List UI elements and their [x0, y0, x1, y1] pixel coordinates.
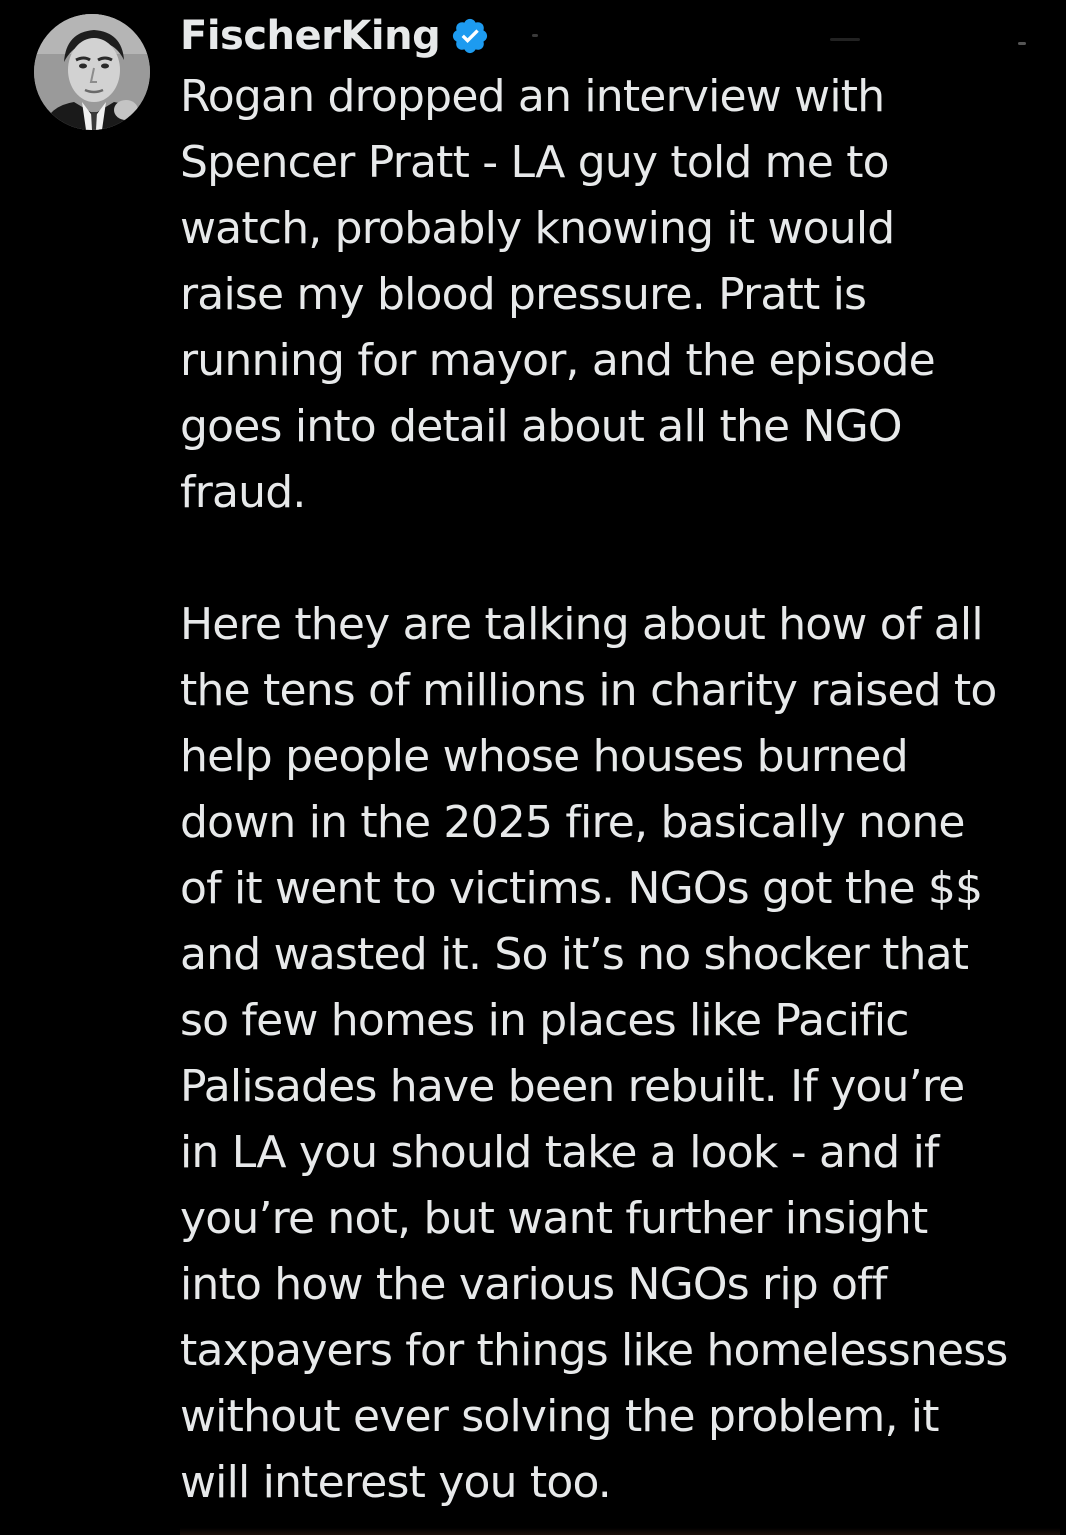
post-text-line: fraud.	[180, 467, 306, 518]
post-header: FischerKing	[180, 8, 490, 64]
post-text-line: the tens of millions in charity raised t…	[180, 665, 997, 716]
post-text-line: in LA you should take a look - and if	[180, 1127, 940, 1178]
post-text: Rogan dropped an interview with Spencer …	[180, 64, 1060, 1516]
post-text-line: and wasted it. So it’s no shocker that	[180, 929, 969, 980]
author-display-name[interactable]: FischerKing	[180, 13, 441, 59]
post-text-line: Rogan dropped an interview with	[180, 71, 885, 122]
post-text-line: running for mayor, and the episode	[180, 335, 936, 386]
post-text-line: raise my blood pressure. Pratt is	[180, 269, 867, 320]
post-text-line: so few homes in places like Pacific	[180, 995, 909, 1046]
post-text-line: goes into detail about all the NGO	[180, 401, 903, 452]
post-text-line: you’re not, but want further insight	[180, 1193, 928, 1244]
post-text-line: into how the various NGOs rip off	[180, 1259, 887, 1310]
post-text-line: of it went to victims. NGOs got the $$	[180, 863, 983, 914]
post-text-line: Palisades have been rebuilt. If you’re	[180, 1061, 965, 1112]
paragraph-break	[180, 526, 1060, 592]
post-text-line: Here they are talking about how of all	[180, 599, 984, 650]
post-text-line: Spencer Pratt - LA guy told me to	[180, 137, 890, 188]
post-text-line: help people whose houses burned	[180, 731, 909, 782]
post-text-line: taxpayers for things like homelessness	[180, 1325, 1008, 1376]
author-avatar[interactable]	[34, 14, 150, 130]
post: FischerKing Rogan dropped an interview w…	[0, 0, 1066, 1535]
header-faded-meta	[530, 34, 1030, 54]
post-text-line: will interest you too.	[180, 1457, 612, 1508]
post-text-line: without ever solving the problem, it	[180, 1391, 940, 1442]
verified-badge-icon	[450, 16, 490, 56]
post-text-line: watch, probably knowing it would	[180, 203, 895, 254]
media-preview-edge[interactable]	[180, 1528, 1060, 1535]
post-text-line: down in the 2025 fire, basically none	[180, 797, 965, 848]
portrait-icon	[34, 14, 150, 130]
